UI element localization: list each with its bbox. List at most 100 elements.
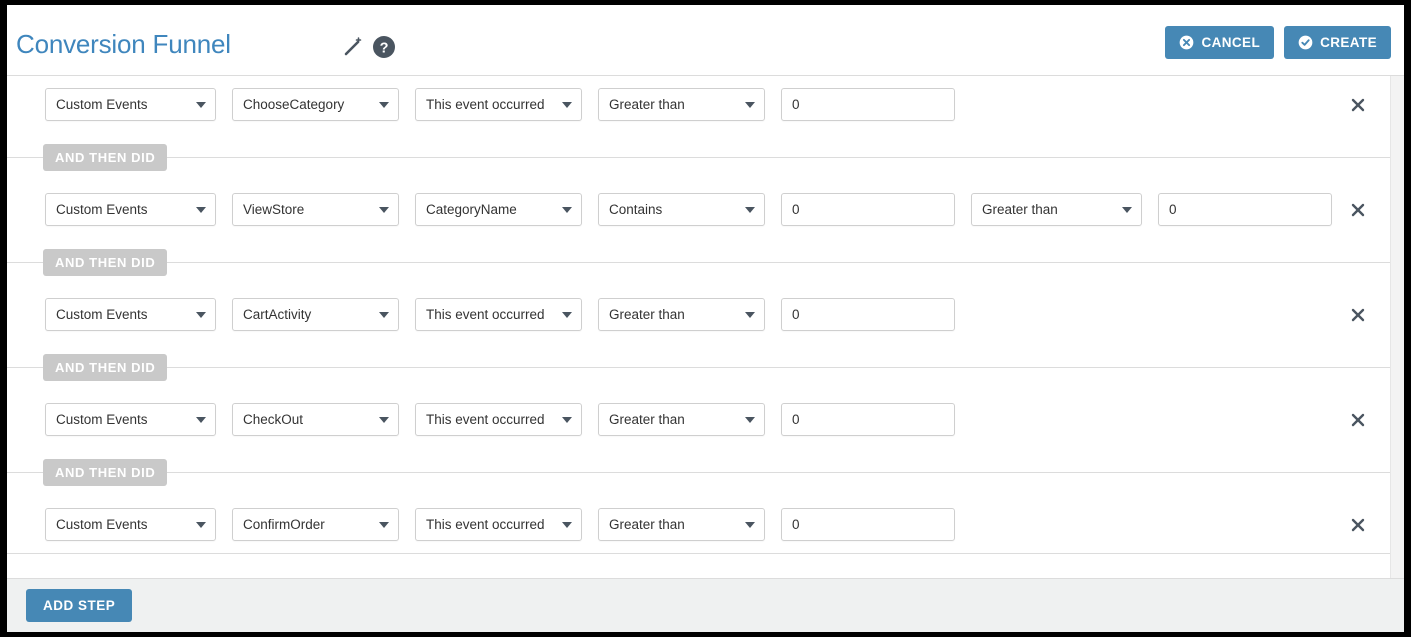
condition-select-value: Contains: [609, 202, 663, 217]
secondary-condition-value-input[interactable]: [1158, 193, 1332, 226]
remove-step-button[interactable]: [1349, 201, 1367, 219]
event-source-select-value: Custom Events: [56, 412, 148, 427]
chevron-down-icon: [379, 417, 389, 423]
step-connector: AND THEN DID: [7, 344, 1390, 391]
event-property-select[interactable]: CategoryName: [415, 193, 582, 226]
remove-step-button[interactable]: [1349, 516, 1367, 534]
page-header: Conversion Funnel ? CANCEL CREATE: [7, 5, 1404, 76]
event-name-select-value: CartActivity: [243, 307, 312, 322]
chevron-down-icon: [379, 522, 389, 528]
funnel-step-row: Custom Events ChooseCategory This event oc…: [7, 76, 1390, 134]
chevron-down-icon: [562, 417, 572, 423]
event-source-select[interactable]: Custom Events: [45, 193, 216, 226]
step-connector: AND THEN DID: [7, 449, 1390, 496]
create-button[interactable]: CREATE: [1284, 26, 1391, 59]
condition-select-value: Greater than: [609, 517, 685, 532]
remove-step-button[interactable]: [1349, 306, 1367, 324]
add-step-button[interactable]: ADD STEP: [26, 589, 133, 622]
event-source-select[interactable]: Custom Events: [45, 508, 216, 541]
create-button-label: CREATE: [1320, 35, 1377, 50]
event-property-select[interactable]: This event occurred: [415, 403, 582, 436]
event-name-select[interactable]: ChooseCategory: [232, 88, 399, 121]
event-name-select[interactable]: ConfirmOrder: [232, 508, 399, 541]
funnel-builder-window: Conversion Funnel ? CANCEL CREATE Custom…: [7, 5, 1404, 632]
chevron-down-icon: [562, 312, 572, 318]
funnel-step-row: Custom Events ConfirmOrder This event occu…: [7, 496, 1390, 554]
event-name-select-value: ChooseCategory: [243, 97, 345, 112]
chevron-down-icon: [745, 312, 755, 318]
step-fields: Custom Events CheckOut This event occurred…: [45, 403, 955, 436]
event-name-select[interactable]: ViewStore: [232, 193, 399, 226]
condition-select[interactable]: Contains: [598, 193, 765, 226]
chevron-down-icon: [196, 207, 206, 213]
remove-step-button[interactable]: [1349, 411, 1367, 429]
vertical-scrollbar[interactable]: [1390, 76, 1404, 581]
event-property-select-value: This event occurred: [426, 97, 545, 112]
and-then-did-badge: AND THEN DID: [43, 459, 168, 486]
connector-rule: [7, 472, 1390, 473]
condition-select[interactable]: Greater than: [598, 508, 765, 541]
event-property-select[interactable]: This event occurred: [415, 88, 582, 121]
magic-wand-icon[interactable]: [340, 34, 366, 60]
condition-value-input[interactable]: [781, 193, 955, 226]
connector-rule: [7, 262, 1390, 263]
event-name-select[interactable]: CartActivity: [232, 298, 399, 331]
footer-bar: ADD STEP: [7, 578, 1404, 632]
chevron-down-icon: [562, 522, 572, 528]
condition-value-input[interactable]: [781, 298, 955, 331]
chevron-down-icon: [562, 102, 572, 108]
event-source-select-value: Custom Events: [56, 307, 148, 322]
chevron-down-icon: [1122, 207, 1132, 213]
condition-select-value: Greater than: [609, 412, 685, 427]
funnel-step-row: Custom Events CheckOut This event occurred…: [7, 391, 1390, 449]
event-name-select-value: ViewStore: [243, 202, 305, 217]
secondary-condition-select[interactable]: Greater than: [971, 193, 1142, 226]
event-property-select[interactable]: This event occurred: [415, 508, 582, 541]
step-connector: AND THEN DID: [7, 134, 1390, 181]
secondary-condition-select-value: Greater than: [982, 202, 1058, 217]
chevron-down-icon: [196, 102, 206, 108]
chevron-down-icon: [745, 207, 755, 213]
condition-select[interactable]: Greater than: [598, 88, 765, 121]
remove-step-button[interactable]: [1349, 96, 1367, 114]
step-fields: Custom Events ChooseCategory This event oc…: [45, 88, 955, 121]
event-source-select[interactable]: Custom Events: [45, 403, 216, 436]
and-then-did-badge: AND THEN DID: [43, 249, 168, 276]
event-source-select[interactable]: Custom Events: [45, 298, 216, 331]
chevron-down-icon: [379, 312, 389, 318]
event-property-select-value: This event occurred: [426, 412, 545, 427]
chevron-down-icon: [562, 207, 572, 213]
header-actions: CANCEL CREATE: [1165, 26, 1391, 59]
chevron-down-icon: [196, 417, 206, 423]
event-name-select-value: CheckOut: [243, 412, 304, 427]
event-name-select-value: ConfirmOrder: [243, 517, 325, 532]
page-title: Conversion Funnel: [16, 29, 231, 59]
condition-select[interactable]: Greater than: [598, 403, 765, 436]
and-then-did-badge: AND THEN DID: [43, 144, 168, 171]
chevron-down-icon: [196, 312, 206, 318]
condition-select-value: Greater than: [609, 307, 685, 322]
event-name-select[interactable]: CheckOut: [232, 403, 399, 436]
funnel-step-row: Custom Events ViewStore CategoryName Contai…: [7, 181, 1390, 239]
event-source-select-value: Custom Events: [56, 517, 148, 532]
step-connector: AND THEN DID: [7, 239, 1390, 286]
steps-scroll-area: Custom Events ChooseCategory This event oc…: [7, 76, 1404, 581]
event-source-select-value: Custom Events: [56, 202, 148, 217]
cancel-button[interactable]: CANCEL: [1165, 26, 1275, 59]
event-source-select[interactable]: Custom Events: [45, 88, 216, 121]
condition-select-value: Greater than: [609, 97, 685, 112]
event-property-select-value: This event occurred: [426, 307, 545, 322]
event-property-select-value: CategoryName: [426, 202, 517, 217]
and-then-did-badge: AND THEN DID: [43, 354, 168, 381]
condition-value-input[interactable]: [781, 403, 955, 436]
step-fields: Custom Events ViewStore CategoryName Contai…: [45, 193, 1332, 226]
help-circle-icon[interactable]: ?: [370, 33, 398, 61]
event-property-select[interactable]: This event occurred: [415, 298, 582, 331]
funnel-step-row: Custom Events CartActivity This event occu…: [7, 286, 1390, 344]
svg-text:?: ?: [380, 41, 389, 57]
condition-select[interactable]: Greater than: [598, 298, 765, 331]
condition-value-input[interactable]: [781, 508, 955, 541]
chevron-down-icon: [745, 102, 755, 108]
cancel-button-label: CANCEL: [1201, 35, 1261, 50]
condition-value-input[interactable]: [781, 88, 955, 121]
